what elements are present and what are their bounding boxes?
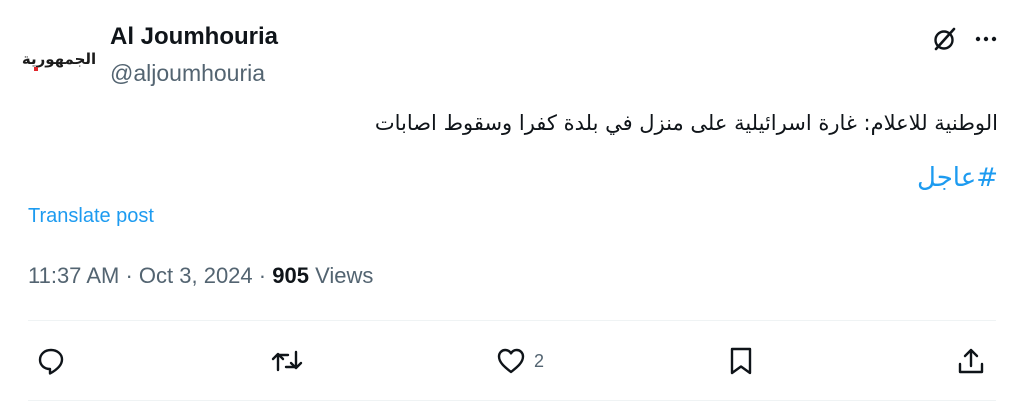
post-header: الجمهورية Al Joumhouria @aljoumhouria: [22, 18, 998, 90]
author-info: Al Joumhouria @aljoumhouria: [110, 22, 278, 88]
author-display-name[interactable]: Al Joumhouria: [110, 22, 278, 52]
bookmark-icon: [728, 346, 754, 376]
post-meta: 11:37 AM · Oct 3, 2024 · 905 Views: [28, 262, 373, 290]
views-label: Views: [315, 263, 374, 288]
translate-post-link[interactable]: Translate post: [28, 203, 154, 229]
share-icon: [956, 346, 986, 376]
author-handle[interactable]: @aljoumhouria: [110, 58, 278, 88]
reply-icon: [36, 346, 66, 376]
repost-button[interactable]: [271, 338, 303, 384]
bookmark-button[interactable]: [728, 338, 754, 384]
reply-button[interactable]: [36, 338, 66, 384]
post-date[interactable]: Oct 3, 2024: [139, 263, 253, 288]
divider: [28, 320, 996, 321]
grok-icon[interactable]: [932, 26, 958, 52]
like-count: 2: [534, 350, 545, 371]
more-icon[interactable]: [974, 27, 998, 51]
hashtag-link[interactable]: #عاجل: [917, 158, 998, 198]
like-button[interactable]: 2: [496, 338, 544, 384]
avatar[interactable]: الجمهورية: [22, 28, 96, 90]
header-actions: [932, 26, 998, 52]
divider: [28, 400, 996, 401]
views-count: 905: [272, 263, 309, 288]
avatar-logo: الجمهورية: [21, 50, 97, 68]
logo-accent: [34, 67, 38, 71]
repost-icon: [271, 346, 303, 376]
action-bar: 2: [28, 338, 996, 384]
post-text: الوطنية للاعلام: غارة اسرائيلية على منزل…: [374, 111, 998, 135]
meta-separator: ·: [258, 263, 267, 288]
post-time[interactable]: 11:37 AM: [28, 263, 119, 288]
meta-separator: ·: [125, 263, 133, 288]
like-icon: [496, 346, 526, 376]
share-button[interactable]: [956, 338, 986, 384]
